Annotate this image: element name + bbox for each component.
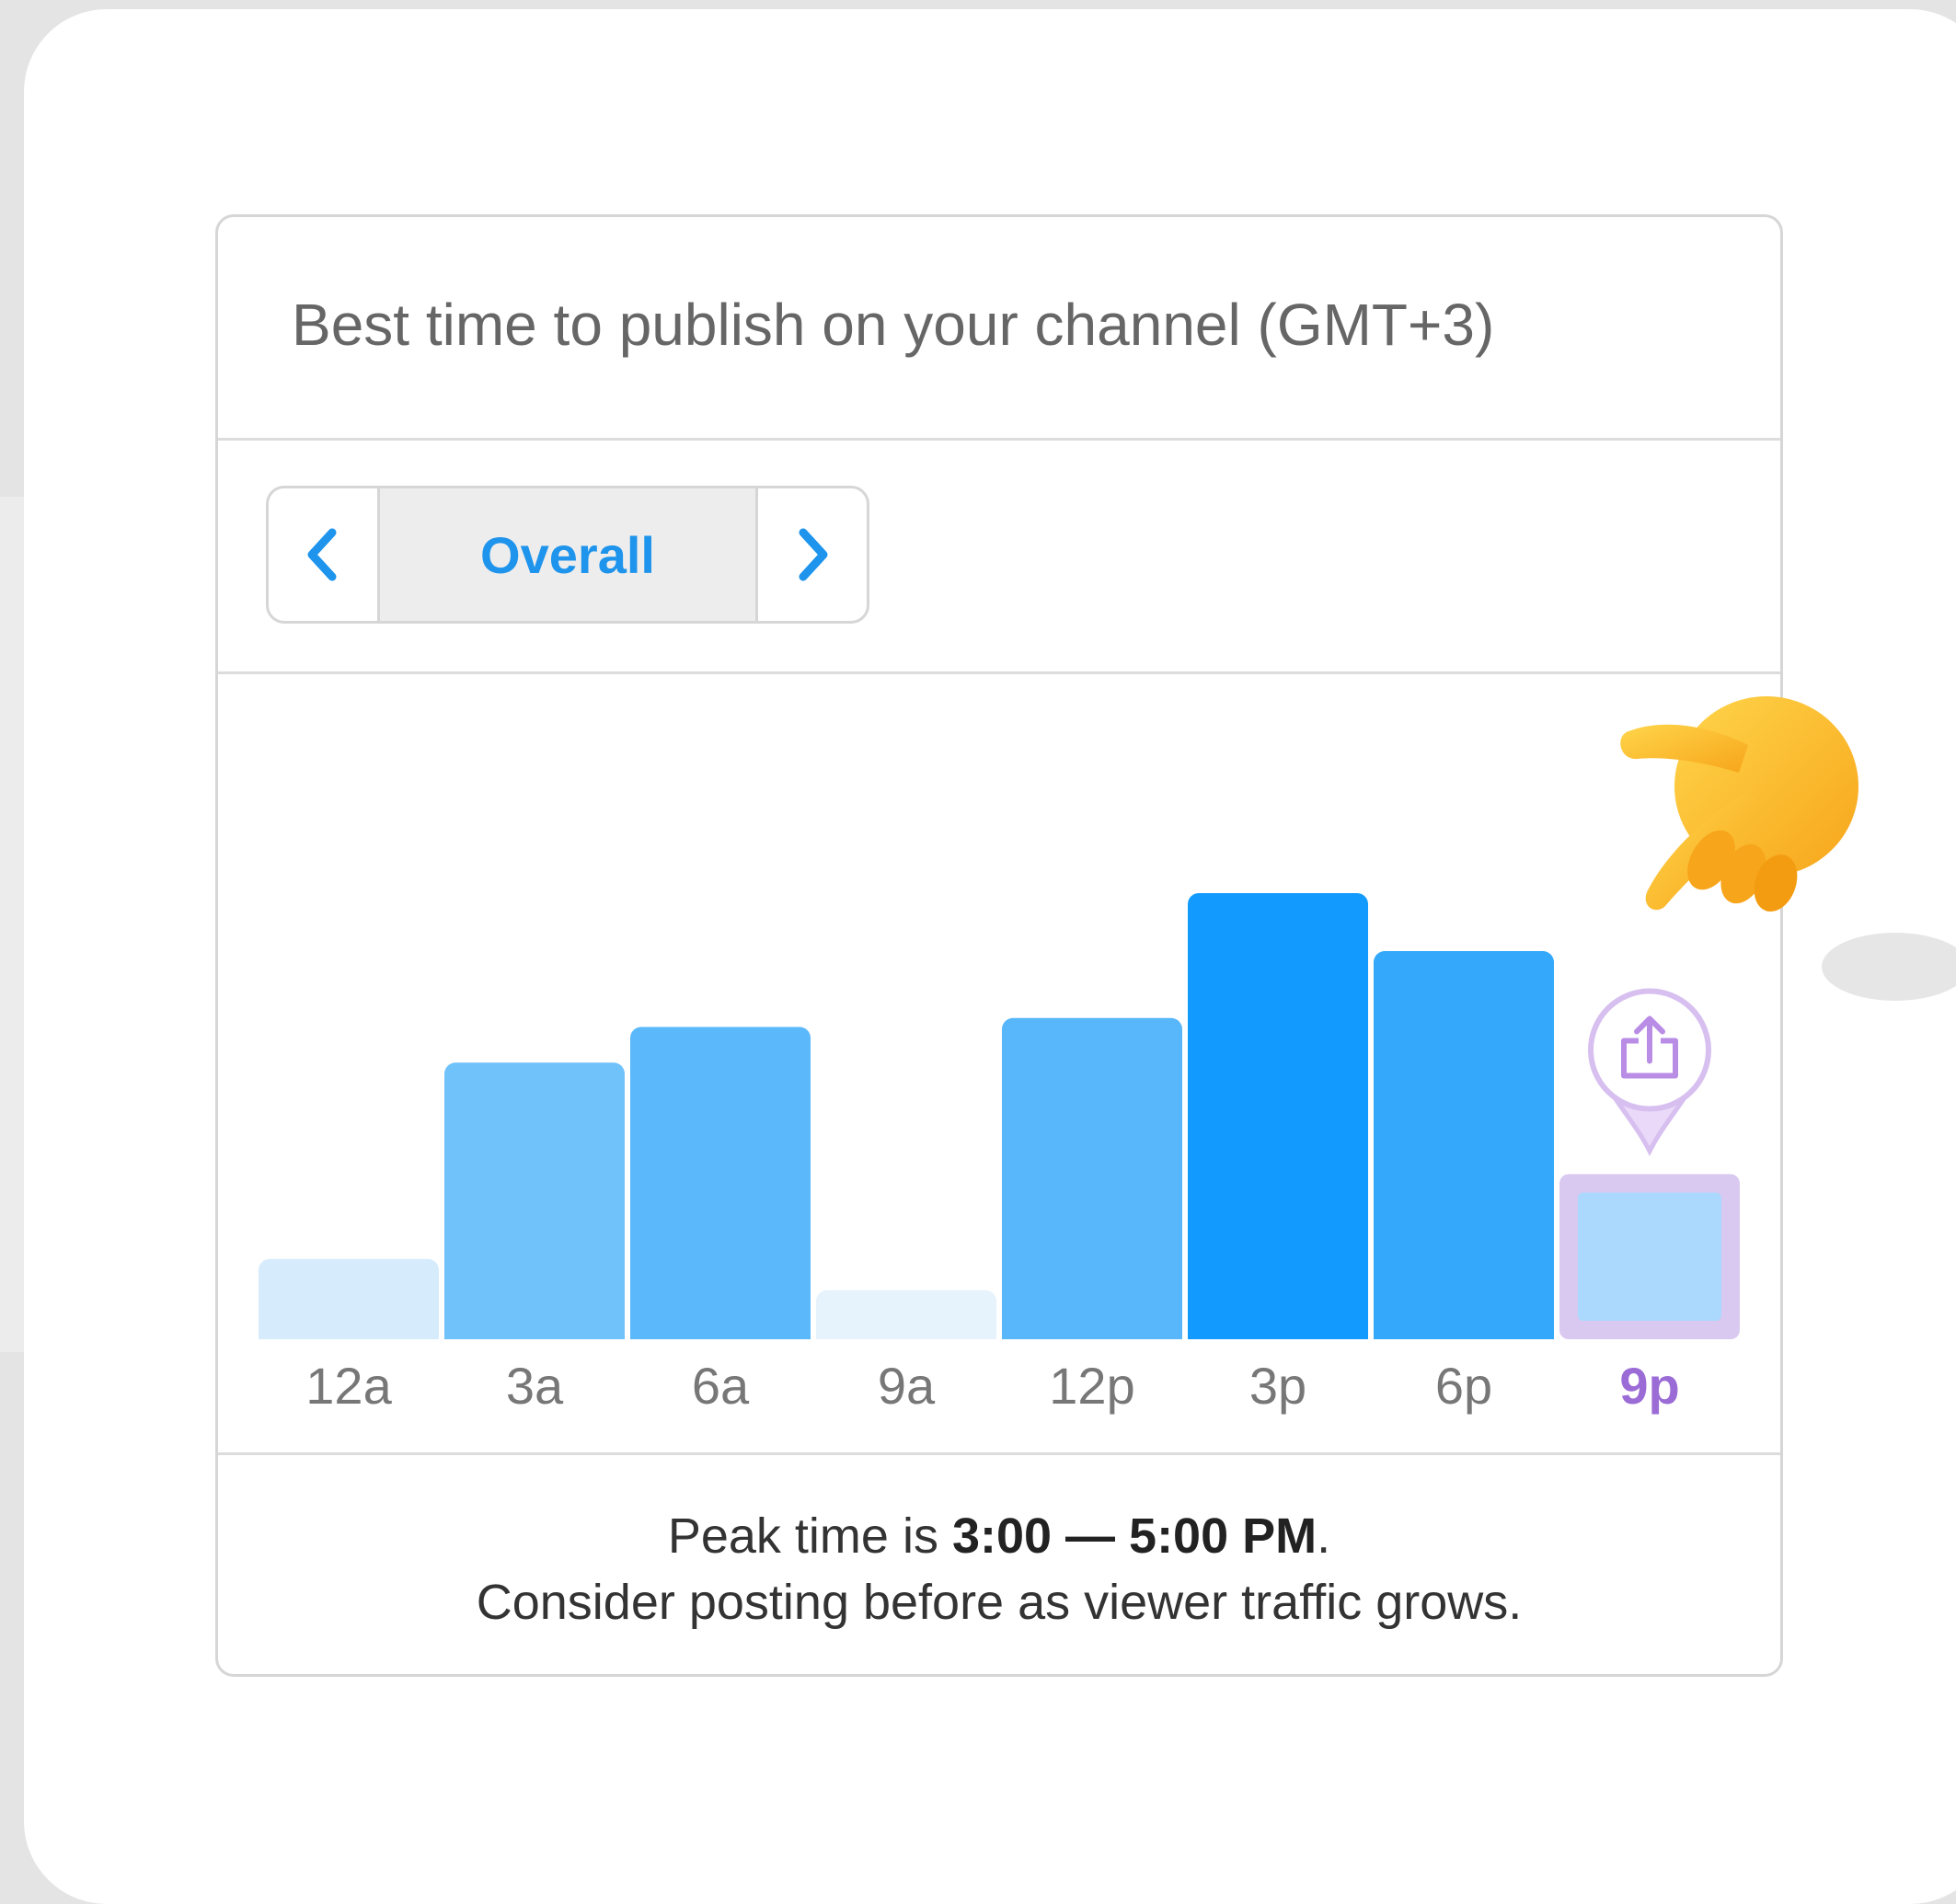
- peak-message: Peak time is 3:00 — 5:00 PM. Consider po…: [218, 1503, 1780, 1635]
- pointing-hand-icon: [1620, 696, 1858, 912]
- share-icon[interactable]: [1588, 988, 1711, 1157]
- peak-suffix: .: [1317, 1508, 1331, 1564]
- bar-base-3a: [444, 1326, 625, 1339]
- bar-base-12p: [1002, 1326, 1182, 1339]
- bar-3a[interactable]: [444, 1062, 625, 1339]
- tick-label-12a: 12a: [305, 1357, 392, 1415]
- peak-message-line2: Consider posting before as viewer traffi…: [476, 1575, 1523, 1630]
- tick-label-12p: 12p: [1049, 1357, 1134, 1415]
- divider: [218, 1452, 1780, 1455]
- bar-base-6p: [1374, 1326, 1554, 1339]
- tick-label-9p: 9p: [1619, 1357, 1679, 1415]
- bar-base-3p: [1188, 1326, 1368, 1339]
- tick-label-3p: 3p: [1249, 1357, 1306, 1415]
- decorative-blob: [1822, 933, 1956, 1001]
- bar-6a[interactable]: [630, 1027, 811, 1340]
- peak-message-line1: Peak time is 3:00 — 5:00 PM.: [218, 1503, 1780, 1569]
- peak-range: 3:00 — 5:00 PM: [951, 1508, 1317, 1564]
- tick-label-3a: 3a: [506, 1357, 564, 1415]
- tick-label-9a: 9a: [878, 1357, 936, 1415]
- bar-base-12a: [259, 1326, 439, 1339]
- peak-prefix: Peak time is: [667, 1508, 952, 1564]
- tick-label-6p: 6p: [1435, 1357, 1492, 1415]
- bar-3p[interactable]: [1188, 893, 1368, 1339]
- bar-12p[interactable]: [1002, 1017, 1182, 1339]
- best-time-card: Best time to publish on your channel (GM…: [215, 214, 1783, 1677]
- publish-time-chart: 12a 3a 6a 9a 12p 3p 6p 9p: [259, 893, 1740, 1415]
- bar-9p[interactable]: [1578, 1192, 1721, 1321]
- bar-base-6a: [630, 1326, 811, 1339]
- tick-label-6a: 6a: [692, 1357, 750, 1415]
- bar-6p[interactable]: [1374, 951, 1554, 1339]
- bar-base-9a: [816, 1326, 996, 1339]
